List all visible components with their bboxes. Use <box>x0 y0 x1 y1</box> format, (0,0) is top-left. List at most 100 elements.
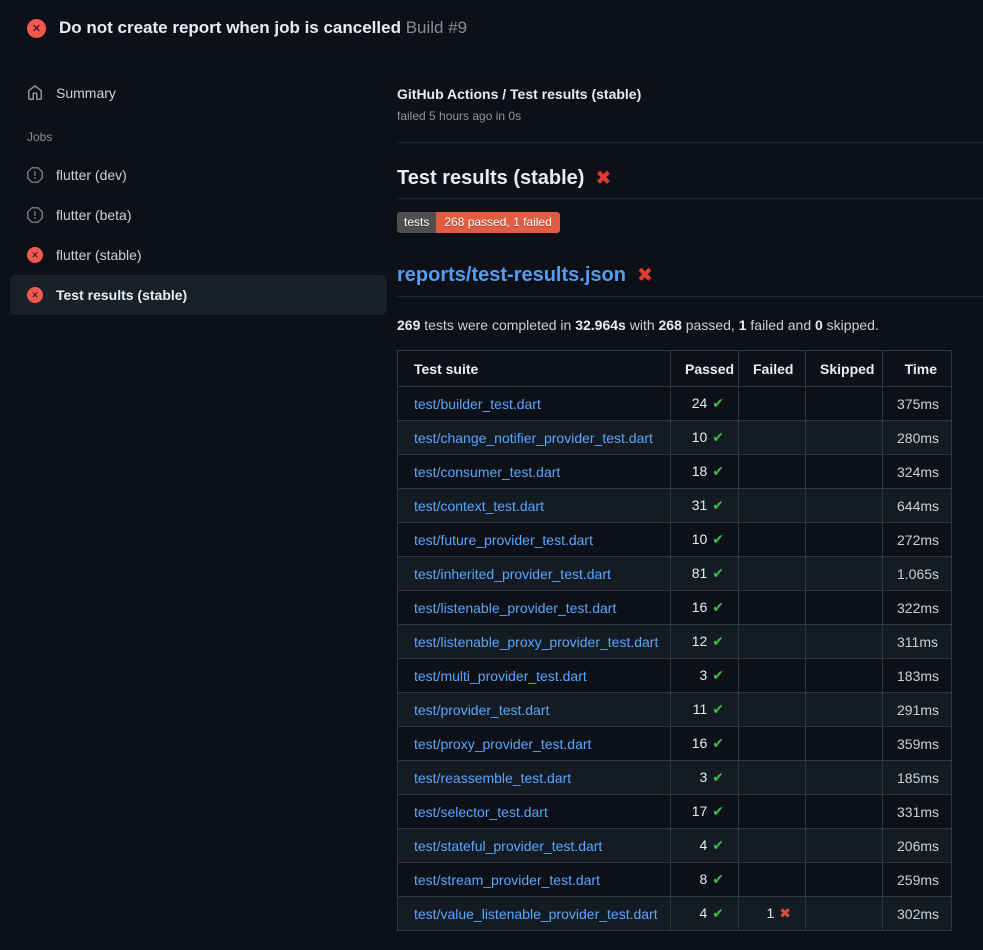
passed-cell: 10✔ <box>671 523 739 557</box>
summary-line: 269 tests were completed in 32.964s with… <box>397 317 983 333</box>
time-cell: 206ms <box>883 829 952 863</box>
time-cell: 291ms <box>883 693 952 727</box>
time-cell: 183ms <box>883 659 952 693</box>
total-count: 269 <box>397 317 420 333</box>
check-icon: ✔ <box>712 633 724 649</box>
suite-link[interactable]: test/consumer_test.dart <box>414 464 560 480</box>
failed-cell <box>739 421 806 455</box>
cell-value: 4 <box>699 837 707 853</box>
passed-cell: 8✔ <box>671 863 739 897</box>
run-header: ✕ Do not create report when job is cance… <box>0 0 983 56</box>
section-title: Test results (stable) <box>397 167 584 190</box>
passed-cell: 4✔ <box>671 829 739 863</box>
suite-link[interactable]: test/context_test.dart <box>414 498 544 514</box>
suite-link[interactable]: test/builder_test.dart <box>414 396 541 412</box>
skipped-cell <box>806 795 883 829</box>
sidebar-item-summary[interactable]: Summary <box>10 73 387 113</box>
sidebar-item-flutter-dev[interactable]: flutter (dev) <box>10 155 387 195</box>
check-icon: ✔ <box>712 871 724 887</box>
suite-link[interactable]: test/listenable_proxy_provider_test.dart <box>414 634 658 650</box>
suite-link[interactable]: test/change_notifier_provider_test.dart <box>414 430 653 446</box>
cell-value: 8 <box>699 871 707 887</box>
skipped-cell <box>806 727 883 761</box>
time-cell: 259ms <box>883 863 952 897</box>
time-cell: 302ms <box>883 897 952 931</box>
job-label: flutter (stable) <box>56 247 142 263</box>
time-cell: 311ms <box>883 625 952 659</box>
suite-cell: test/value_listenable_provider_test.dart <box>398 897 671 931</box>
failed-cell <box>739 863 806 897</box>
suite-link[interactable]: test/selector_test.dart <box>414 804 548 820</box>
cell-value: 16 <box>692 599 708 615</box>
table-row: test/reassemble_test.dart3✔185ms <box>398 761 952 795</box>
table-row: test/stream_provider_test.dart8✔259ms <box>398 863 952 897</box>
results-table: Test suite Passed Failed Skipped Time te… <box>397 350 952 931</box>
suite-link[interactable]: test/stateful_provider_test.dart <box>414 838 602 854</box>
skipped-cell <box>806 693 883 727</box>
time-cell: 1.065s <box>883 557 952 591</box>
cell-value: 10 <box>692 531 708 547</box>
build-number: Build #9 <box>406 18 467 37</box>
passed-cell: 12✔ <box>671 625 739 659</box>
failed-x-icon: ✖ <box>595 166 611 190</box>
table-row: test/change_notifier_provider_test.dart1… <box>398 421 952 455</box>
suite-link[interactable]: test/multi_provider_test.dart <box>414 668 587 684</box>
suite-link[interactable]: test/provider_test.dart <box>414 702 549 718</box>
table-row: test/context_test.dart31✔644ms <box>398 489 952 523</box>
col-skipped: Skipped <box>806 351 883 387</box>
table-row: test/multi_provider_test.dart3✔183ms <box>398 659 952 693</box>
failed-x-icon: ✖ <box>637 263 653 287</box>
suite-cell: test/proxy_provider_test.dart <box>398 727 671 761</box>
failed-cell <box>739 455 806 489</box>
skipped-cell <box>806 897 883 931</box>
table-row: test/future_provider_test.dart10✔272ms <box>398 523 952 557</box>
passed-cell: 16✔ <box>671 727 739 761</box>
check-icon: ✔ <box>712 905 724 921</box>
jobs-section-label: Jobs <box>10 130 387 144</box>
skipped-cell <box>806 387 883 421</box>
suite-cell: test/reassemble_test.dart <box>398 761 671 795</box>
table-row: test/listenable_proxy_provider_test.dart… <box>398 625 952 659</box>
sidebar-item-test-results-stable[interactable]: ✕ Test results (stable) <box>10 275 387 315</box>
suite-cell: test/inherited_provider_test.dart <box>398 557 671 591</box>
job-label: flutter (beta) <box>56 207 131 223</box>
suite-link[interactable]: test/listenable_provider_test.dart <box>414 600 616 616</box>
suite-cell: test/future_provider_test.dart <box>398 523 671 557</box>
check-icon: ✔ <box>712 531 724 547</box>
sidebar-item-flutter-stable[interactable]: ✕ flutter (stable) <box>10 235 387 275</box>
time-cell: 331ms <box>883 795 952 829</box>
passed-count: 268 <box>659 317 682 333</box>
suite-link[interactable]: test/future_provider_test.dart <box>414 532 593 548</box>
suite-cell: test/selector_test.dart <box>398 795 671 829</box>
suite-link[interactable]: test/inherited_provider_test.dart <box>414 566 611 582</box>
failed-cell <box>739 523 806 557</box>
check-icon: ✔ <box>712 463 724 479</box>
failed-cell <box>739 829 806 863</box>
sidebar-item-flutter-beta[interactable]: flutter (beta) <box>10 195 387 235</box>
run-meta: failed 5 hours ago in 0s <box>397 109 983 123</box>
run-title: Do not create report when job is cancell… <box>59 18 401 37</box>
suite-link[interactable]: test/stream_provider_test.dart <box>414 872 600 888</box>
passed-cell: 11✔ <box>671 693 739 727</box>
skipped-cell <box>806 557 883 591</box>
suite-link[interactable]: test/value_listenable_provider_test.dart <box>414 906 658 922</box>
breadcrumb: GitHub Actions / Test results (stable) <box>397 86 983 102</box>
skipped-cell <box>806 523 883 557</box>
suite-link[interactable]: test/reassemble_test.dart <box>414 770 571 786</box>
tests-badge: tests 268 passed, 1 failed <box>397 212 560 233</box>
time-cell: 359ms <box>883 727 952 761</box>
report-file-link[interactable]: reports/test-results.json <box>397 264 626 287</box>
job-label: flutter (dev) <box>56 167 127 183</box>
check-icon: ✔ <box>712 565 724 581</box>
cell-value: 1 <box>766 905 774 921</box>
suite-cell: test/context_test.dart <box>398 489 671 523</box>
report-heading: reports/test-results.json ✖ <box>397 264 983 287</box>
suite-link[interactable]: test/proxy_provider_test.dart <box>414 736 591 752</box>
failed-cell <box>739 659 806 693</box>
time-cell: 185ms <box>883 761 952 795</box>
cell-value: 12 <box>692 633 708 649</box>
job-label: Test results (stable) <box>56 287 187 303</box>
cell-value: 18 <box>692 463 708 479</box>
cell-value: 11 <box>693 701 708 717</box>
results-table-body: test/builder_test.dart24✔375mstest/chang… <box>398 387 952 931</box>
